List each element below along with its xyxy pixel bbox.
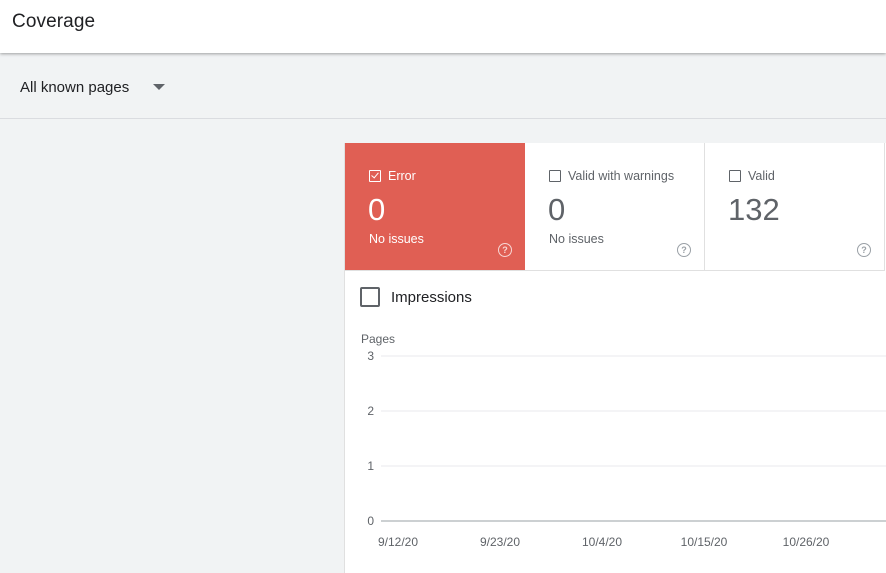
valid-checkbox[interactable] xyxy=(729,170,741,182)
y-tick-label: 0 xyxy=(367,514,374,528)
page-filter-label: All known pages xyxy=(20,78,130,96)
coverage-panel: Error 0 No issues ? Valid with warnings … xyxy=(344,143,886,573)
x-tick-label: 10/26/20 xyxy=(783,535,830,549)
tile-value: 0 xyxy=(548,192,566,227)
tile-valid-with-warnings[interactable]: Valid with warnings 0 No issues ? xyxy=(525,143,705,270)
help-icon[interactable]: ? xyxy=(498,243,512,257)
x-tick-labels: 9/12/20 9/23/20 10/4/20 10/15/20 10/26/20 xyxy=(378,535,830,549)
page-title: Coverage xyxy=(12,11,96,32)
error-checkbox[interactable] xyxy=(369,170,381,182)
tile-label: Error xyxy=(388,169,416,183)
impressions-checkbox[interactable] xyxy=(360,287,380,307)
x-tick-label: 9/23/20 xyxy=(480,535,520,549)
tile-label: Valid xyxy=(748,169,775,183)
tile-value: 0 xyxy=(368,192,386,227)
y-grid: 0 1 2 3 xyxy=(367,349,886,528)
page-filter-dropdown[interactable]: All known pages xyxy=(20,76,166,98)
dropdown-arrow-icon[interactable] xyxy=(153,84,166,90)
header: Coverage xyxy=(0,0,886,53)
tile-label: Valid with warnings xyxy=(568,169,675,183)
x-tick-label: 10/4/20 xyxy=(582,535,622,549)
valid-with-warnings-checkbox[interactable] xyxy=(549,170,561,182)
y-tick-label: 2 xyxy=(367,404,374,418)
status-tiles: Error 0 No issues ? Valid with warnings … xyxy=(345,143,885,271)
tile-value: 132 xyxy=(728,192,780,227)
y-tick-label: 3 xyxy=(367,349,374,363)
y-axis-title: Pages xyxy=(361,332,395,346)
tile-subtitle: No issues xyxy=(369,232,424,246)
tile-valid[interactable]: Valid 132 ? xyxy=(705,143,885,270)
impressions-label: Impressions xyxy=(391,288,472,306)
impressions-toggle[interactable]: Impressions xyxy=(360,287,472,307)
tile-error[interactable]: Error 0 No issues ? xyxy=(345,143,525,270)
help-icon[interactable]: ? xyxy=(677,243,691,257)
coverage-chart: Pages 0 1 2 3 9/12/20 9/23/20 10/4/20 10/15/20… xyxy=(361,332,886,549)
x-tick-label: 10/15/20 xyxy=(681,535,728,549)
x-tick-label: 9/12/20 xyxy=(378,535,418,549)
filter-bar: All known pages xyxy=(0,55,886,119)
help-icon[interactable]: ? xyxy=(857,243,871,257)
tile-subtitle: No issues xyxy=(549,232,604,246)
y-tick-label: 1 xyxy=(367,459,374,473)
